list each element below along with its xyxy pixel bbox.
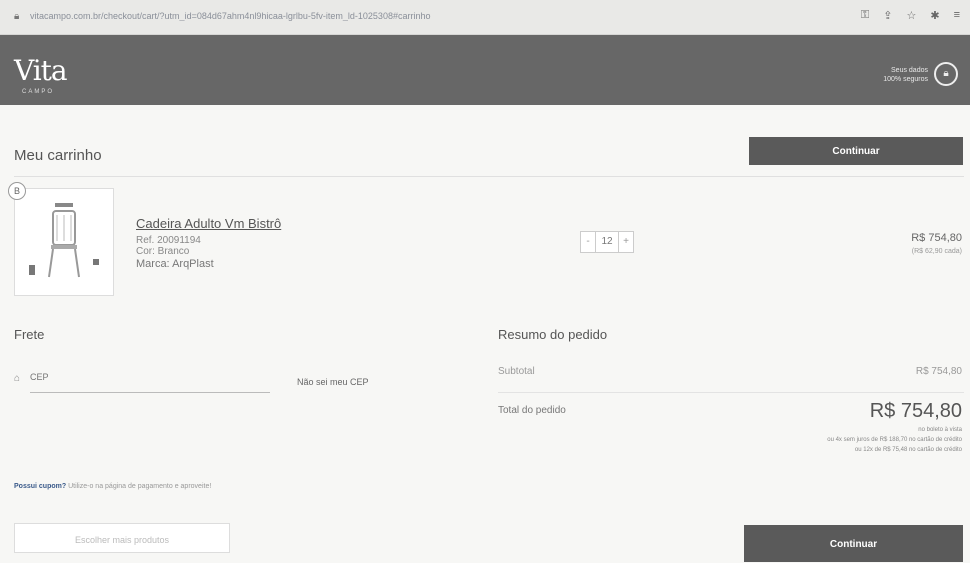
product-thumbnail[interactable] (14, 188, 114, 296)
product-brand: Marca: ArqPlast (136, 258, 214, 270)
browser-actions: ⚿ ⇪ ☆ ✱ ≡ (861, 9, 960, 22)
subtotal-label: Subtotal (498, 366, 535, 377)
continue-button-top[interactable]: Continuar (749, 137, 963, 165)
summary-title: Resumo do pedido (498, 327, 608, 342)
cep-input[interactable] (30, 370, 270, 393)
total-label: Total do pedido (498, 405, 566, 416)
secure-label: Seus dados 100% seguros (883, 66, 928, 84)
extension-icon[interactable]: ✱ (930, 9, 939, 22)
item-price: R$ 754,80 (911, 232, 962, 244)
lock-icon: 🔒︎ (14, 11, 20, 22)
site-logo[interactable]: Vita (14, 54, 68, 87)
product-color: Cor: Branco (136, 246, 190, 257)
shipping-title: Frete (14, 327, 45, 342)
continue-button-bottom[interactable]: Continuar (744, 525, 963, 562)
logo-subtitle: CAMPO (22, 89, 55, 95)
key-icon[interactable]: ⚿ (861, 9, 869, 22)
share-icon[interactable]: ⇪ (883, 9, 892, 22)
subtotal-value: R$ 754,80 (915, 366, 962, 377)
quantity-stepper: - 12 + (580, 231, 634, 253)
coupon-text: Utilize-o na página de pagamento e aprov… (66, 483, 212, 490)
divider (14, 176, 964, 177)
menu-icon[interactable]: ≡ (954, 9, 960, 22)
home-icon: ⌂ (14, 373, 21, 384)
product-meta: Ref. 20091194 Cor: Branco (136, 235, 201, 257)
secure-line-2: 100% seguros (883, 76, 928, 83)
padlock-icon: 🔒︎ (934, 62, 958, 86)
site-header (0, 35, 970, 105)
page-title: Meu carrinho (14, 147, 102, 164)
payment-line-4x: ou 4x sem juros de R$ 188,70 no cartão d… (827, 437, 962, 443)
qty-input[interactable]: 12 (595, 232, 619, 252)
payment-line-boleto: no boleto à vista (918, 427, 962, 433)
unknown-cep-link[interactable]: Não sei meu CEP (297, 377, 369, 387)
chair-image (29, 203, 99, 278)
total-value: R$ 754,80 (869, 400, 962, 422)
secure-line-1: Seus dados (891, 67, 928, 74)
qty-increase-button[interactable]: + (619, 232, 633, 252)
coupon-note: Possui cupom? Utilize-o na página de pag… (14, 483, 211, 490)
url-text[interactable]: vitacampo.com.br/checkout/cart/?utm_id=0… (30, 11, 690, 21)
payment-line-12x: ou 12x de R$ 75,48 no cartão de crédito (854, 447, 962, 453)
coupon-lead[interactable]: Possui cupom? (14, 483, 66, 490)
more-products-button[interactable]: Escolher mais produtos (14, 523, 230, 553)
item-unit-price: (R$ 62,90 cada) (911, 248, 962, 255)
qty-decrease-button[interactable]: - (581, 232, 595, 252)
item-badge: B (8, 182, 26, 200)
product-ref: Ref. 20091194 (136, 235, 201, 246)
summary-divider (498, 392, 964, 393)
product-name-link[interactable]: Cadeira Adulto Vm Bistrô (136, 216, 281, 231)
star-icon[interactable]: ☆ (906, 9, 916, 22)
payment-options: no boleto à vista ou 4x sem juros de R$ … (827, 425, 962, 455)
